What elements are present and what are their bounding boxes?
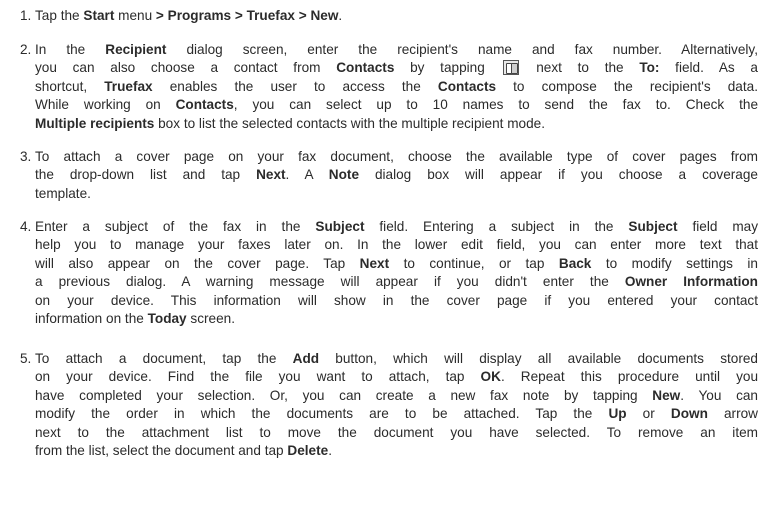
text-line: Multiple recipients box to list the sele… xyxy=(35,115,545,131)
text-line: To attach a cover page on your fax docum… xyxy=(35,149,758,164)
step-number: 4. xyxy=(20,219,32,234)
step-text: To attach a document, tap the Add button… xyxy=(35,350,758,460)
text-line: While working on Contacts, you can selec… xyxy=(35,97,758,113)
step-number: 1. xyxy=(20,8,32,23)
text-line: have completed your selection. Or, you c… xyxy=(35,387,758,403)
text-line: the drop-down list and tap Next. A Note … xyxy=(35,167,758,183)
text-line: a previous dialog. A warning message wil… xyxy=(35,274,758,290)
text-line: To attach a document, tap the Add button… xyxy=(35,351,758,366)
text-line: information on the Today screen. xyxy=(35,311,235,327)
text-line: template. xyxy=(35,185,91,201)
text-line: help you to manage your faxes later on. … xyxy=(35,237,758,253)
step-1: 1. Tap the Start menu > Programs > Truef… xyxy=(20,7,758,25)
step-5: 5. To attach a document, tap the Add but… xyxy=(20,350,758,460)
text-line: shortcut, Truefax enables the user to ac… xyxy=(35,78,758,94)
text-line: In the Recipient dialog screen, enter th… xyxy=(35,42,758,57)
text-line: Enter a subject of the fax in the Subjec… xyxy=(35,219,758,234)
step-number: 2. xyxy=(20,42,32,57)
text-line: you can also choose a contact from Conta… xyxy=(35,60,758,76)
step-2: 2. In the Recipient dialog screen, enter… xyxy=(20,41,758,133)
step-number: 5. xyxy=(20,351,32,366)
text-line: on your device. This information will sh… xyxy=(35,292,758,308)
step-number: 3. xyxy=(20,149,32,164)
text-line: next to the attachment list to move the … xyxy=(35,424,758,440)
step-4: 4. Enter a subject of the fax in the Sub… xyxy=(20,218,758,328)
step-3: 3. To attach a cover page on your fax do… xyxy=(20,148,758,203)
text-line: modify the order in which the documents … xyxy=(35,406,758,422)
text-line: from the list, select the document and t… xyxy=(35,443,332,459)
text-line: Tap the Start menu > Programs > Truefax … xyxy=(35,8,343,23)
instructions-page: 1. Tap the Start menu > Programs > Truef… xyxy=(0,0,765,526)
step-text: Enter a subject of the fax in the Subjec… xyxy=(35,218,758,328)
step-text: In the Recipient dialog screen, enter th… xyxy=(35,41,758,133)
text-line: on your device. Find the file you want t… xyxy=(35,369,759,385)
contacts-book-icon[interactable] xyxy=(502,60,519,76)
step-text: To attach a cover page on your fax docum… xyxy=(35,148,758,203)
text-line: will also appear on the cover page. Tap … xyxy=(35,255,758,271)
step-text: Tap the Start menu > Programs > Truefax … xyxy=(35,7,758,25)
